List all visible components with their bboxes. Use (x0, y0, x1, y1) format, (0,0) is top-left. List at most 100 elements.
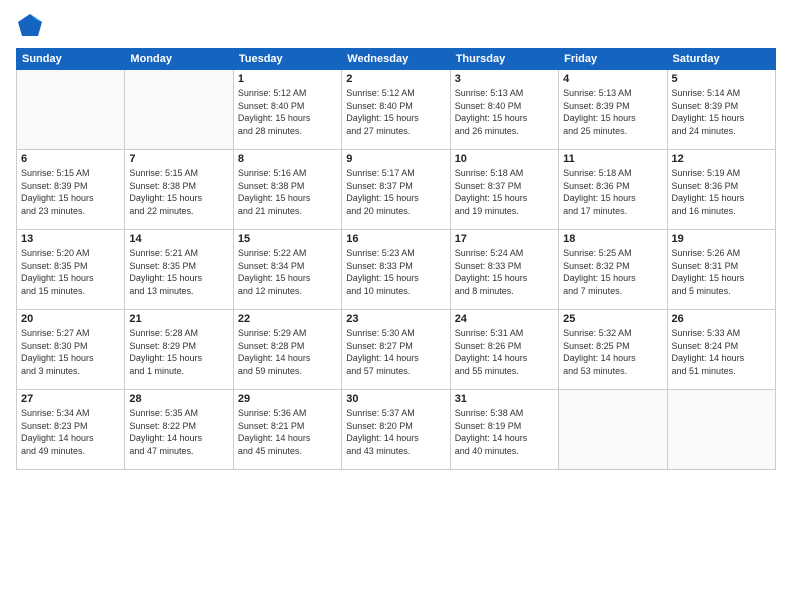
weekday-header-thursday: Thursday (450, 49, 558, 70)
calendar-cell: 3Sunrise: 5:13 AM Sunset: 8:40 PM Daylig… (450, 70, 558, 150)
day-detail: Sunrise: 5:28 AM Sunset: 8:29 PM Dayligh… (129, 327, 228, 377)
weekday-header-monday: Monday (125, 49, 233, 70)
calendar-cell: 20 Sunrise: 5:27 AM Sunset: 8:30 PM Dayli… (17, 310, 125, 390)
day-number: 19 (672, 233, 771, 245)
day-number: 9 (346, 153, 445, 165)
day-detail: Sunrise: 5:13 AM Sunset: 8:39 PM Dayligh… (563, 87, 662, 137)
day-detail: Sunrise: 5:13 AM Sunset: 8:40 PM Dayligh… (455, 87, 554, 137)
day-number: 1 (238, 73, 337, 85)
weekday-header-friday: Friday (559, 49, 667, 70)
calendar-body: 1 Sunrise: 5:12 AM Sunset: 8:40 PM Daylig… (17, 70, 776, 470)
calendar-cell: 19 Sunrise: 5:26 AM Sunset: 8:31 PM Dayli… (667, 230, 775, 310)
calendar-cell: 6 Sunrise: 5:15 AM Sunset: 8:39 PM Daylig… (17, 150, 125, 230)
calendar-cell: 24 Sunrise: 5:31 AM Sunset: 8:26 PM Dayli… (450, 310, 558, 390)
calendar-week-4: 20 Sunrise: 5:27 AM Sunset: 8:30 PM Dayli… (17, 310, 776, 390)
calendar-header: SundayMondayTuesdayWednesdayThursdayFrid… (17, 49, 776, 70)
calendar-cell: 28Sunrise: 5:35 AM Sunset: 8:22 PM Dayli… (125, 390, 233, 470)
day-number: 2 (346, 73, 445, 85)
day-number: 5 (672, 73, 771, 85)
calendar-cell: 5 Sunrise: 5:14 AM Sunset: 8:39 PM Daylig… (667, 70, 775, 150)
day-detail: Sunrise: 5:23 AM Sunset: 8:33 PM Dayligh… (346, 247, 445, 297)
calendar-cell: 27Sunrise: 5:34 AM Sunset: 8:23 PM Dayli… (17, 390, 125, 470)
day-detail: Sunrise: 5:12 AM Sunset: 8:40 PM Dayligh… (346, 87, 445, 137)
day-number: 25 (563, 313, 662, 325)
weekday-header-tuesday: Tuesday (233, 49, 341, 70)
day-number: 30 (346, 393, 445, 405)
day-number: 29 (238, 393, 337, 405)
weekday-header-wednesday: Wednesday (342, 49, 450, 70)
calendar-cell: 26 Sunrise: 5:33 AM Sunset: 8:24 PM Dayli… (667, 310, 775, 390)
calendar-week-1: 1 Sunrise: 5:12 AM Sunset: 8:40 PM Daylig… (17, 70, 776, 150)
calendar-cell: 22Sunrise: 5:29 AM Sunset: 8:28 PM Dayli… (233, 310, 341, 390)
day-number: 12 (672, 153, 771, 165)
calendar-cell: 21 Sunrise: 5:28 AM Sunset: 8:29 PM Dayli… (125, 310, 233, 390)
calendar-cell: 11 Sunrise: 5:18 AM Sunset: 8:36 PM Dayli… (559, 150, 667, 230)
day-detail: Sunrise: 5:19 AM Sunset: 8:36 PM Dayligh… (672, 167, 771, 217)
logo (16, 12, 48, 40)
day-number: 23 (346, 313, 445, 325)
day-number: 17 (455, 233, 554, 245)
day-detail: Sunrise: 5:20 AM Sunset: 8:35 PM Dayligh… (21, 247, 120, 297)
day-number: 6 (21, 153, 120, 165)
day-detail: Sunrise: 5:35 AM Sunset: 8:22 PM Dayligh… (129, 407, 228, 457)
calendar-cell: 1 Sunrise: 5:12 AM Sunset: 8:40 PM Daylig… (233, 70, 341, 150)
calendar-cell: 2 Sunrise: 5:12 AM Sunset: 8:40 PM Daylig… (342, 70, 450, 150)
calendar-cell: 13 Sunrise: 5:20 AM Sunset: 8:35 PM Dayli… (17, 230, 125, 310)
day-number: 14 (129, 233, 228, 245)
logo-icon (16, 12, 44, 40)
calendar-cell: 30 Sunrise: 5:37 AM Sunset: 8:20 PM Dayli… (342, 390, 450, 470)
weekday-header-row: SundayMondayTuesdayWednesdayThursdayFrid… (17, 49, 776, 70)
calendar-table: SundayMondayTuesdayWednesdayThursdayFrid… (16, 48, 776, 470)
day-number: 10 (455, 153, 554, 165)
day-detail: Sunrise: 5:16 AM Sunset: 8:38 PM Dayligh… (238, 167, 337, 217)
day-detail: Sunrise: 5:15 AM Sunset: 8:38 PM Dayligh… (129, 167, 228, 217)
day-detail: Sunrise: 5:12 AM Sunset: 8:40 PM Dayligh… (238, 87, 337, 137)
day-detail: Sunrise: 5:25 AM Sunset: 8:32 PM Dayligh… (563, 247, 662, 297)
day-number: 20 (21, 313, 120, 325)
day-number: 13 (21, 233, 120, 245)
calendar-cell: 7 Sunrise: 5:15 AM Sunset: 8:38 PM Daylig… (125, 150, 233, 230)
calendar-week-3: 13 Sunrise: 5:20 AM Sunset: 8:35 PM Dayli… (17, 230, 776, 310)
day-detail: Sunrise: 5:17 AM Sunset: 8:37 PM Dayligh… (346, 167, 445, 217)
day-number: 26 (672, 313, 771, 325)
day-number: 21 (129, 313, 228, 325)
calendar-cell: 4 Sunrise: 5:13 AM Sunset: 8:39 PM Daylig… (559, 70, 667, 150)
calendar-cell (559, 390, 667, 470)
calendar-week-2: 6 Sunrise: 5:15 AM Sunset: 8:39 PM Daylig… (17, 150, 776, 230)
calendar-week-5: 27Sunrise: 5:34 AM Sunset: 8:23 PM Dayli… (17, 390, 776, 470)
day-detail: Sunrise: 5:38 AM Sunset: 8:19 PM Dayligh… (455, 407, 554, 457)
calendar-cell (17, 70, 125, 150)
calendar-cell: 8Sunrise: 5:16 AM Sunset: 8:38 PM Daylig… (233, 150, 341, 230)
day-detail: Sunrise: 5:33 AM Sunset: 8:24 PM Dayligh… (672, 327, 771, 377)
day-number: 31 (455, 393, 554, 405)
day-number: 4 (563, 73, 662, 85)
calendar-cell: 12 Sunrise: 5:19 AM Sunset: 8:36 PM Dayli… (667, 150, 775, 230)
day-detail: Sunrise: 5:34 AM Sunset: 8:23 PM Dayligh… (21, 407, 120, 457)
day-number: 24 (455, 313, 554, 325)
day-detail: Sunrise: 5:31 AM Sunset: 8:26 PM Dayligh… (455, 327, 554, 377)
day-detail: Sunrise: 5:27 AM Sunset: 8:30 PM Dayligh… (21, 327, 120, 377)
header (16, 12, 776, 40)
day-number: 7 (129, 153, 228, 165)
page: SundayMondayTuesdayWednesdayThursdayFrid… (0, 0, 792, 612)
calendar-cell: 29 Sunrise: 5:36 AM Sunset: 8:21 PM Dayli… (233, 390, 341, 470)
day-detail: Sunrise: 5:36 AM Sunset: 8:21 PM Dayligh… (238, 407, 337, 457)
day-detail: Sunrise: 5:32 AM Sunset: 8:25 PM Dayligh… (563, 327, 662, 377)
calendar-cell: 16Sunrise: 5:23 AM Sunset: 8:33 PM Dayli… (342, 230, 450, 310)
weekday-header-sunday: Sunday (17, 49, 125, 70)
calendar-cell: 18 Sunrise: 5:25 AM Sunset: 8:32 PM Dayli… (559, 230, 667, 310)
day-number: 11 (563, 153, 662, 165)
day-number: 15 (238, 233, 337, 245)
day-detail: Sunrise: 5:14 AM Sunset: 8:39 PM Dayligh… (672, 87, 771, 137)
day-detail: Sunrise: 5:37 AM Sunset: 8:20 PM Dayligh… (346, 407, 445, 457)
day-number: 22 (238, 313, 337, 325)
calendar-cell: 23Sunrise: 5:30 AM Sunset: 8:27 PM Dayli… (342, 310, 450, 390)
day-detail: Sunrise: 5:26 AM Sunset: 8:31 PM Dayligh… (672, 247, 771, 297)
calendar-cell: 31 Sunrise: 5:38 AM Sunset: 8:19 PM Dayli… (450, 390, 558, 470)
calendar-cell (667, 390, 775, 470)
weekday-header-saturday: Saturday (667, 49, 775, 70)
day-number: 18 (563, 233, 662, 245)
day-detail: Sunrise: 5:15 AM Sunset: 8:39 PM Dayligh… (21, 167, 120, 217)
day-detail: Sunrise: 5:22 AM Sunset: 8:34 PM Dayligh… (238, 247, 337, 297)
day-detail: Sunrise: 5:18 AM Sunset: 8:36 PM Dayligh… (563, 167, 662, 217)
